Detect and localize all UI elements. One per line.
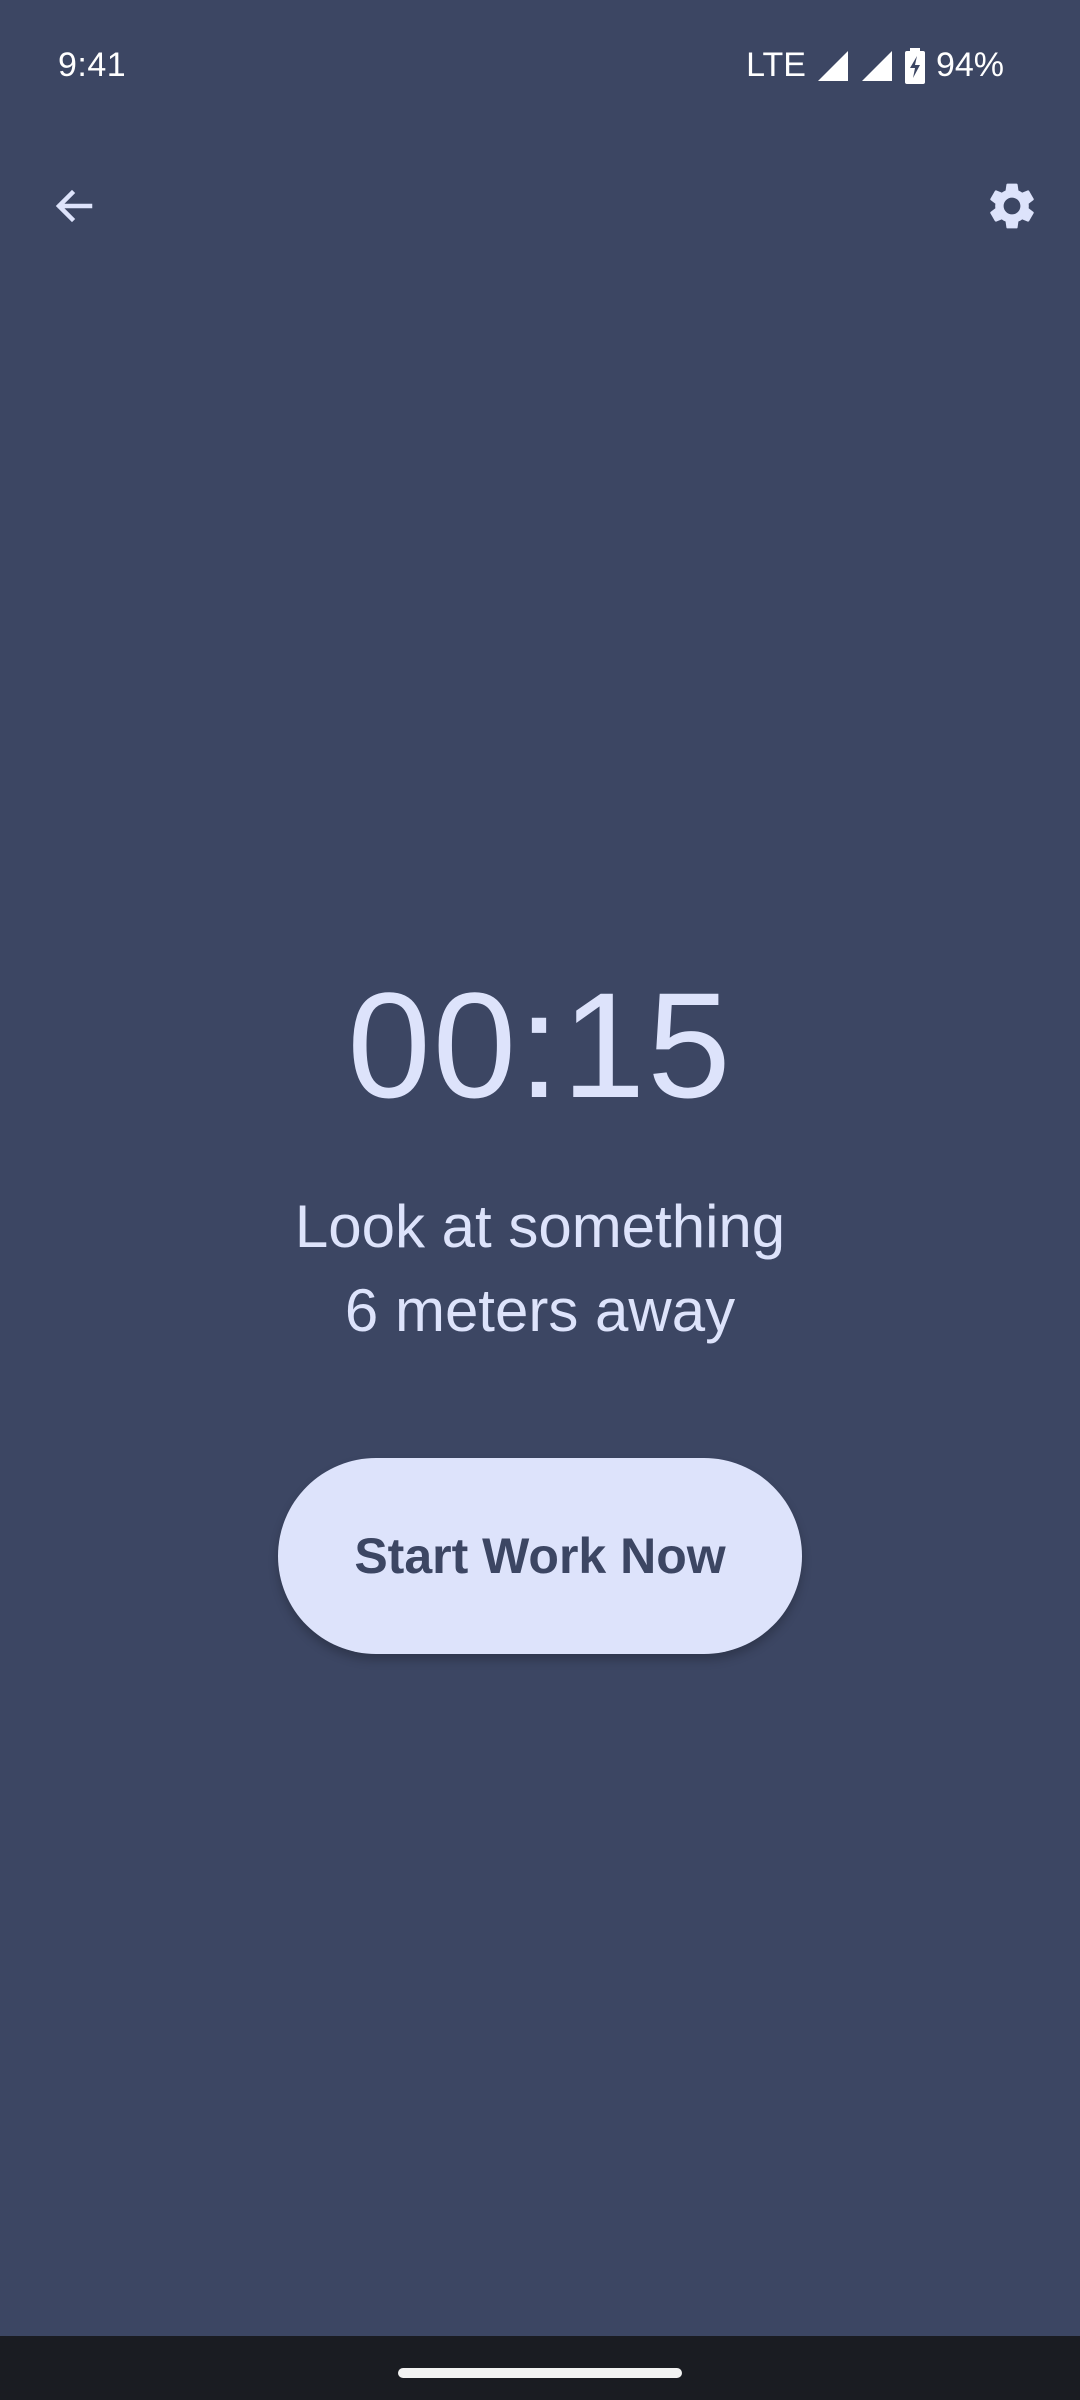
navigation-bar <box>0 2336 1080 2400</box>
top-app-bar <box>0 160 1080 260</box>
status-bar: 9:41 LTE 94% <box>0 0 1080 130</box>
instruction-text: Look at something 6 meters away <box>0 1185 1080 1353</box>
signal-icon-2 <box>860 49 894 83</box>
countdown-timer: 00:15 <box>347 961 733 1129</box>
start-work-now-button[interactable]: Start Work Now <box>278 1458 802 1654</box>
status-time: 9:41 <box>58 46 127 84</box>
battery-charging-icon <box>904 47 926 84</box>
instruction-line-2: 6 meters away <box>344 1277 736 1344</box>
status-icons: LTE 94% <box>746 46 1004 85</box>
back-button[interactable] <box>32 166 116 250</box>
signal-icon <box>816 49 850 83</box>
instruction-line-1: Look at something <box>294 1193 786 1260</box>
home-indicator[interactable] <box>398 2368 682 2378</box>
network-type: LTE <box>746 46 806 84</box>
settings-button[interactable] <box>970 166 1054 250</box>
gear-icon <box>984 178 1040 239</box>
arrow-left-icon <box>50 182 98 235</box>
battery-level: 94% <box>935 46 1004 84</box>
